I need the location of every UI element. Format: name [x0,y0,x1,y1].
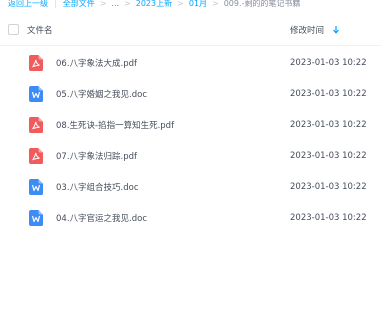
file-row[interactable]: 03.八字组合技巧.doc 2023-01-03 10:22 [0,171,381,202]
file-row[interactable]: 07.八字象法归踪.pdf 2023-01-03 10:22 [0,140,381,171]
breadcrumb-separator-icon: > [177,0,184,8]
file-modified-time: 2023-01-03 10:22 [290,88,367,99]
pdf-file-icon [29,54,43,71]
file-row[interactable]: 05.八字婚姻之我见.doc 2023-01-03 10:22 [0,78,381,109]
file-name[interactable]: 05.八字婚姻之我见.doc [56,88,147,100]
file-name[interactable]: 06.八字象法大成.pdf [56,57,137,69]
breadcrumb-level1[interactable]: 2023上新 [136,0,172,8]
sort-down-arrow-icon[interactable] [332,25,340,34]
breadcrumb-divider: | [54,0,57,8]
breadcrumb-level2[interactable]: 01月 [189,0,207,8]
word-file-icon [29,178,43,195]
file-name[interactable]: 07.八字象法归踪.pdf [56,150,137,162]
file-modified-time: 2023-01-03 10:22 [290,119,367,130]
breadcrumb-separator-icon: > [212,0,219,8]
pdf-file-icon [29,116,43,133]
file-modified-time: 2023-01-03 10:22 [290,181,367,192]
table-header: 文件名 修改时间 [0,14,381,46]
word-file-icon [29,209,43,226]
breadcrumb-current: 009.-剩的的笔记书籍 [223,0,301,8]
file-row[interactable]: 06.八字象法大成.pdf 2023-01-03 10:22 [0,47,381,78]
select-all-checkbox[interactable] [8,24,19,35]
breadcrumb-separator-icon: > [124,0,131,8]
column-header-time-label: 修改时间 [290,25,325,36]
pdf-file-icon [29,147,43,164]
file-name[interactable]: 03.八字组合技巧.doc [56,181,139,193]
breadcrumb: 返回上一级 | 全部文件 > ... > 2023上新 > 01月 > 009.… [0,0,381,14]
back-link[interactable]: 返回上一级 [8,0,48,8]
breadcrumb-all-files[interactable]: 全部文件 [63,0,95,8]
column-header-time[interactable]: 修改时间 [290,24,340,36]
file-name[interactable]: 08.生死诀-掐指一算知生死.pdf [56,119,174,131]
file-modified-time: 2023-01-03 10:22 [290,57,367,68]
column-header-name[interactable]: 文件名 [27,24,53,36]
file-row[interactable]: 08.生死诀-掐指一算知生死.pdf 2023-01-03 10:22 [0,109,381,140]
file-modified-time: 2023-01-03 10:22 [290,212,367,223]
breadcrumb-separator-icon: > [99,0,107,8]
file-row[interactable]: 04.八字官运之我见.doc 2023-01-03 10:22 [0,202,381,233]
file-name[interactable]: 04.八字官运之我见.doc [56,212,147,224]
breadcrumb-ellipsis[interactable]: ... [111,0,119,8]
word-file-icon [29,85,43,102]
file-modified-time: 2023-01-03 10:22 [290,150,367,161]
